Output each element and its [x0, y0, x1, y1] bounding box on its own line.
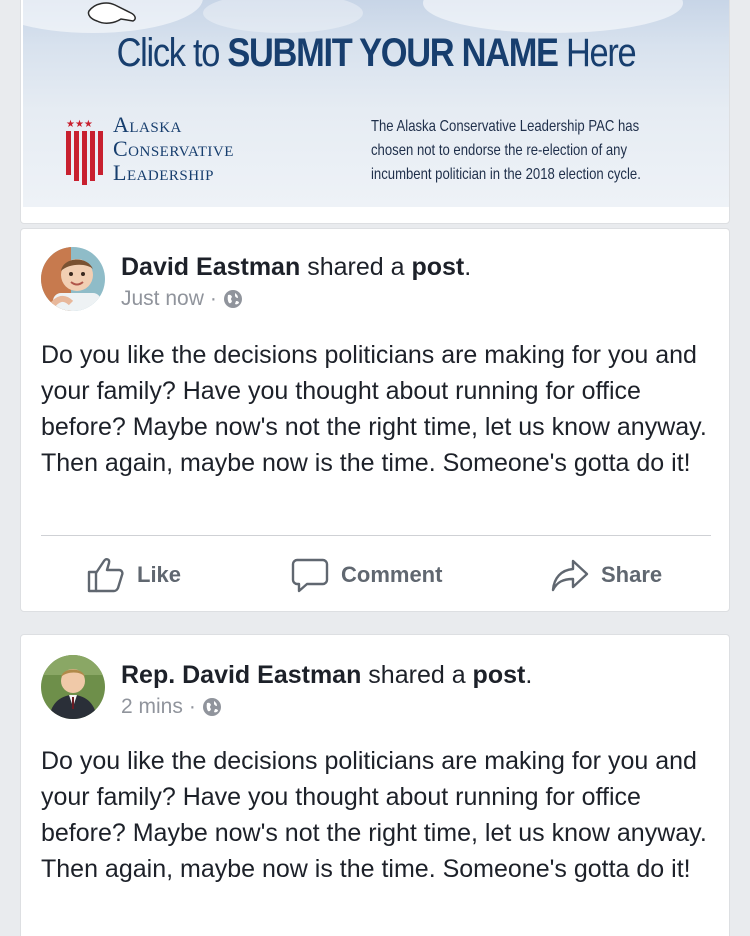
share-arrow-icon — [551, 559, 589, 592]
globe-icon — [223, 290, 242, 308]
globe-icon — [202, 698, 221, 716]
comment-bubble-icon — [291, 558, 329, 593]
post-header: David Eastman shared a post. — [121, 253, 471, 282]
shared-text: shared a — [361, 661, 473, 689]
post-body-text: Do you like the decisions politicians ar… — [41, 341, 707, 477]
post-body-text: Do you like the decisions politicians ar… — [41, 747, 707, 883]
notice-line-2: chosen not to endorse the re-election of… — [371, 142, 628, 159]
like-button[interactable]: Like — [87, 557, 181, 593]
share-label: Share — [601, 562, 663, 587]
meta-separator: · — [209, 287, 217, 310]
share-button[interactable]: Share — [551, 557, 662, 593]
flag-logo-icon: ★★★ — [66, 119, 103, 185]
comment-button[interactable]: Comment — [291, 557, 442, 593]
headline-suffix: Here — [557, 31, 637, 75]
svg-text:★★★: ★★★ — [66, 119, 93, 130]
author-name-link[interactable]: David Eastman — [121, 253, 300, 281]
post-meta: Just now · — [121, 287, 243, 311]
news-feed: Click to SUBMIT YOUR NAME Here ★★★ Alask… — [0, 0, 750, 936]
banner-headline[interactable]: Click to SUBMIT YOUR NAME Here — [72, 31, 679, 76]
like-label: Like — [137, 562, 182, 587]
author-name-link[interactable]: Rep. David Eastman — [121, 661, 361, 689]
comment-label: Comment — [341, 562, 443, 587]
logo-line-3: Leadership — [113, 160, 214, 185]
meta-separator: · — [188, 695, 196, 718]
headline-bold: SUBMIT YOUR NAME — [227, 31, 559, 75]
endorsement-notice: The Alaska Conservative Leadership PAC h… — [371, 115, 650, 187]
header-period: . — [525, 661, 533, 689]
post-timestamp[interactable]: 2 mins — [121, 695, 183, 719]
avatar[interactable] — [41, 655, 105, 719]
logo-line-1: Alaska — [113, 112, 182, 137]
shared-post-link[interactable]: post — [473, 661, 526, 689]
pac-logo-text: Alaska Conservative Leadership — [113, 113, 234, 185]
avatar[interactable] — [41, 247, 105, 311]
headline-prefix: Click to — [116, 31, 228, 75]
sponsored-banner-card[interactable]: Click to SUBMIT YOUR NAME Here ★★★ Alask… — [20, 0, 730, 224]
post-meta: 2 mins · — [121, 695, 222, 719]
feed-post: Rep. David Eastman shared a post. 2 mins… — [20, 634, 730, 936]
logo-line-2: Conservative — [113, 136, 234, 161]
thumbs-up-icon — [87, 558, 124, 593]
notice-line-3: incumbent politician in the 2018 electio… — [371, 166, 641, 183]
feed-post: David Eastman shared a post. Just now · … — [20, 228, 730, 612]
pointing-hand-icon — [87, 2, 136, 24]
post-timestamp[interactable]: Just now — [121, 287, 204, 311]
notice-line-1: The Alaska Conservative Leadership PAC h… — [371, 118, 640, 135]
shared-text: shared a — [300, 253, 412, 281]
post-header: Rep. David Eastman shared a post. — [121, 661, 532, 690]
submit-name-banner[interactable]: Click to SUBMIT YOUR NAME Here ★★★ Alask… — [23, 0, 729, 207]
shared-post-link[interactable]: post — [411, 253, 464, 281]
post-divider — [41, 535, 711, 536]
header-period: . — [464, 253, 472, 281]
